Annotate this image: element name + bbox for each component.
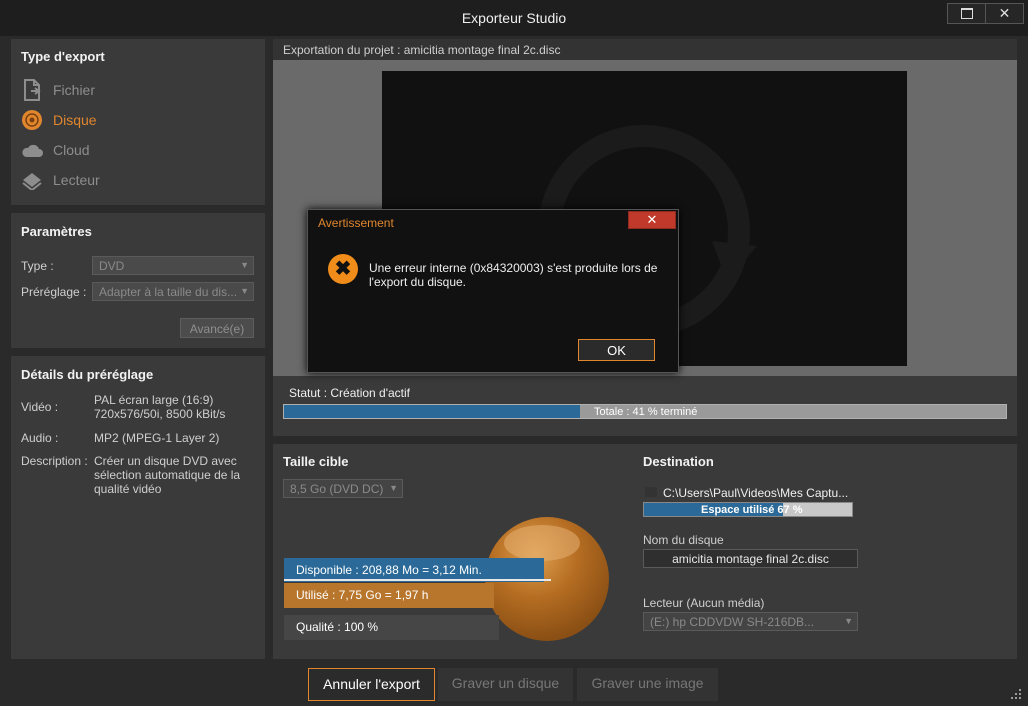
window-controls: ✕ bbox=[947, 3, 1024, 24]
file-icon bbox=[21, 79, 43, 101]
close-icon: ✕ bbox=[998, 5, 1011, 21]
close-button[interactable]: ✕ bbox=[985, 4, 1023, 23]
target-size-value: 8,5 Go (DVD DC) bbox=[290, 482, 384, 496]
used-row: Utilisé : 7,75 Go = 1,97 h bbox=[284, 583, 494, 608]
export-progress-bar: Totale : 41 % terminé bbox=[283, 404, 1007, 419]
disc-name-label: Nom du disque bbox=[643, 533, 724, 547]
space-used-text: Espace utilisé 67 % bbox=[701, 504, 803, 516]
space-used-bar: Espace utilisé 67 % bbox=[643, 502, 853, 517]
description-value: Créer un disque DVD avec sélection autom… bbox=[94, 454, 241, 496]
export-type-drive[interactable]: Lecteur bbox=[21, 169, 100, 191]
preset-select[interactable]: Adapter à la taille du dis... ▼ bbox=[92, 282, 254, 301]
destination-title: Destination bbox=[643, 454, 714, 469]
burn-disc-button[interactable]: Graver un disque bbox=[438, 668, 573, 701]
description-label: Description : bbox=[21, 454, 88, 468]
cancel-export-button[interactable]: Annuler l'export bbox=[308, 668, 435, 701]
dialog-message: Une erreur interne (0x84320003) s'est pr… bbox=[369, 261, 658, 289]
maximize-icon bbox=[960, 8, 973, 19]
ok-button[interactable]: OK bbox=[578, 339, 655, 361]
export-type-title: Type d'export bbox=[21, 49, 105, 64]
status-label: Statut : Création d'actif bbox=[289, 386, 411, 400]
exporter-window: Exporteur Studio ✕ Type d'export Fichier… bbox=[0, 0, 1028, 706]
quality-text: Qualité : 100 % bbox=[296, 620, 379, 634]
export-type-cloud[interactable]: Cloud bbox=[21, 139, 90, 161]
drive-select[interactable]: (E:) hp CDDVDW SH-216DB... ▼ bbox=[643, 612, 858, 631]
audio-value: MP2 (MPEG-1 Layer 2) bbox=[94, 431, 220, 445]
chevron-down-icon: ▼ bbox=[240, 260, 249, 270]
available-line bbox=[284, 579, 551, 581]
quality-row: Qualité : 100 % bbox=[284, 615, 499, 640]
export-type-drive-label: Lecteur bbox=[53, 172, 100, 188]
preview-header: Exportation du projet : amicitia montage… bbox=[273, 39, 1017, 60]
title-bar: Exporteur Studio ✕ bbox=[0, 0, 1028, 36]
export-type-file-label: Fichier bbox=[53, 82, 96, 98]
target-size-title: Taille cible bbox=[283, 454, 349, 469]
preset-details-title: Détails du préréglage bbox=[21, 367, 154, 382]
export-type-cloud-label: Cloud bbox=[53, 142, 90, 158]
pie-highlight bbox=[504, 525, 580, 561]
type-label: Type : bbox=[21, 259, 54, 273]
target-size-select[interactable]: 8,5 Go (DVD DC) ▼ bbox=[283, 479, 403, 498]
export-progress-fill bbox=[284, 405, 581, 418]
chevron-down-icon: ▼ bbox=[389, 483, 398, 493]
type-select-value: DVD bbox=[99, 259, 125, 273]
warning-dialog: Avertissement ✕ ✖ Une erreur interne (0x… bbox=[307, 209, 679, 373]
drive-icon bbox=[21, 169, 43, 191]
export-progress-text: Totale : 41 % terminé bbox=[594, 406, 698, 418]
cloud-icon bbox=[21, 139, 43, 161]
preset-select-value: Adapter à la taille du dis... bbox=[99, 285, 238, 299]
video-label: Vidéo : bbox=[21, 400, 59, 414]
dialog-close-button[interactable]: ✕ bbox=[628, 211, 676, 229]
drive-select-value: (E:) hp CDDVDW SH-216DB... bbox=[650, 615, 815, 629]
export-type-file[interactable]: Fichier bbox=[21, 79, 95, 101]
audio-label: Audio : bbox=[21, 431, 59, 445]
disc-icon bbox=[21, 109, 43, 131]
maximize-button[interactable] bbox=[948, 4, 985, 23]
burn-image-button[interactable]: Graver une image bbox=[577, 668, 718, 701]
drive-label: Lecteur (Aucun média) bbox=[643, 596, 765, 610]
window-title: Exporteur Studio bbox=[461, 10, 567, 26]
available-text: Disponible : 208,88 Mo = 3,12 Min. bbox=[296, 563, 482, 577]
export-type-disc[interactable]: Disque bbox=[21, 109, 97, 131]
chevron-down-icon: ▼ bbox=[844, 616, 853, 626]
video-value: PAL écran large (16:9) 720x576/50i, 8500… bbox=[94, 393, 226, 421]
error-icon: ✖ bbox=[328, 254, 358, 284]
chevron-down-icon: ▼ bbox=[240, 286, 249, 296]
preset-label: Préréglage : bbox=[21, 285, 87, 299]
close-icon: ✕ bbox=[646, 212, 658, 227]
destination-path[interactable]: C:\Users\Paul\Videos\Mes Captu... bbox=[663, 486, 848, 500]
resize-grip-icon[interactable] bbox=[1010, 688, 1022, 700]
export-type-disc-label: Disque bbox=[53, 112, 97, 128]
type-select[interactable]: DVD ▼ bbox=[92, 256, 254, 275]
advanced-button[interactable]: Avancé(e) bbox=[180, 318, 254, 338]
dialog-title: Avertissement bbox=[318, 216, 394, 230]
disc-name-field[interactable]: amicitia montage final 2c.disc bbox=[643, 549, 858, 568]
used-text: Utilisé : 7,75 Go = 1,97 h bbox=[296, 588, 429, 602]
project-export-title: Exportation du projet : amicitia montage… bbox=[283, 43, 561, 57]
folder-icon[interactable] bbox=[645, 487, 657, 497]
params-title: Paramètres bbox=[21, 224, 92, 239]
